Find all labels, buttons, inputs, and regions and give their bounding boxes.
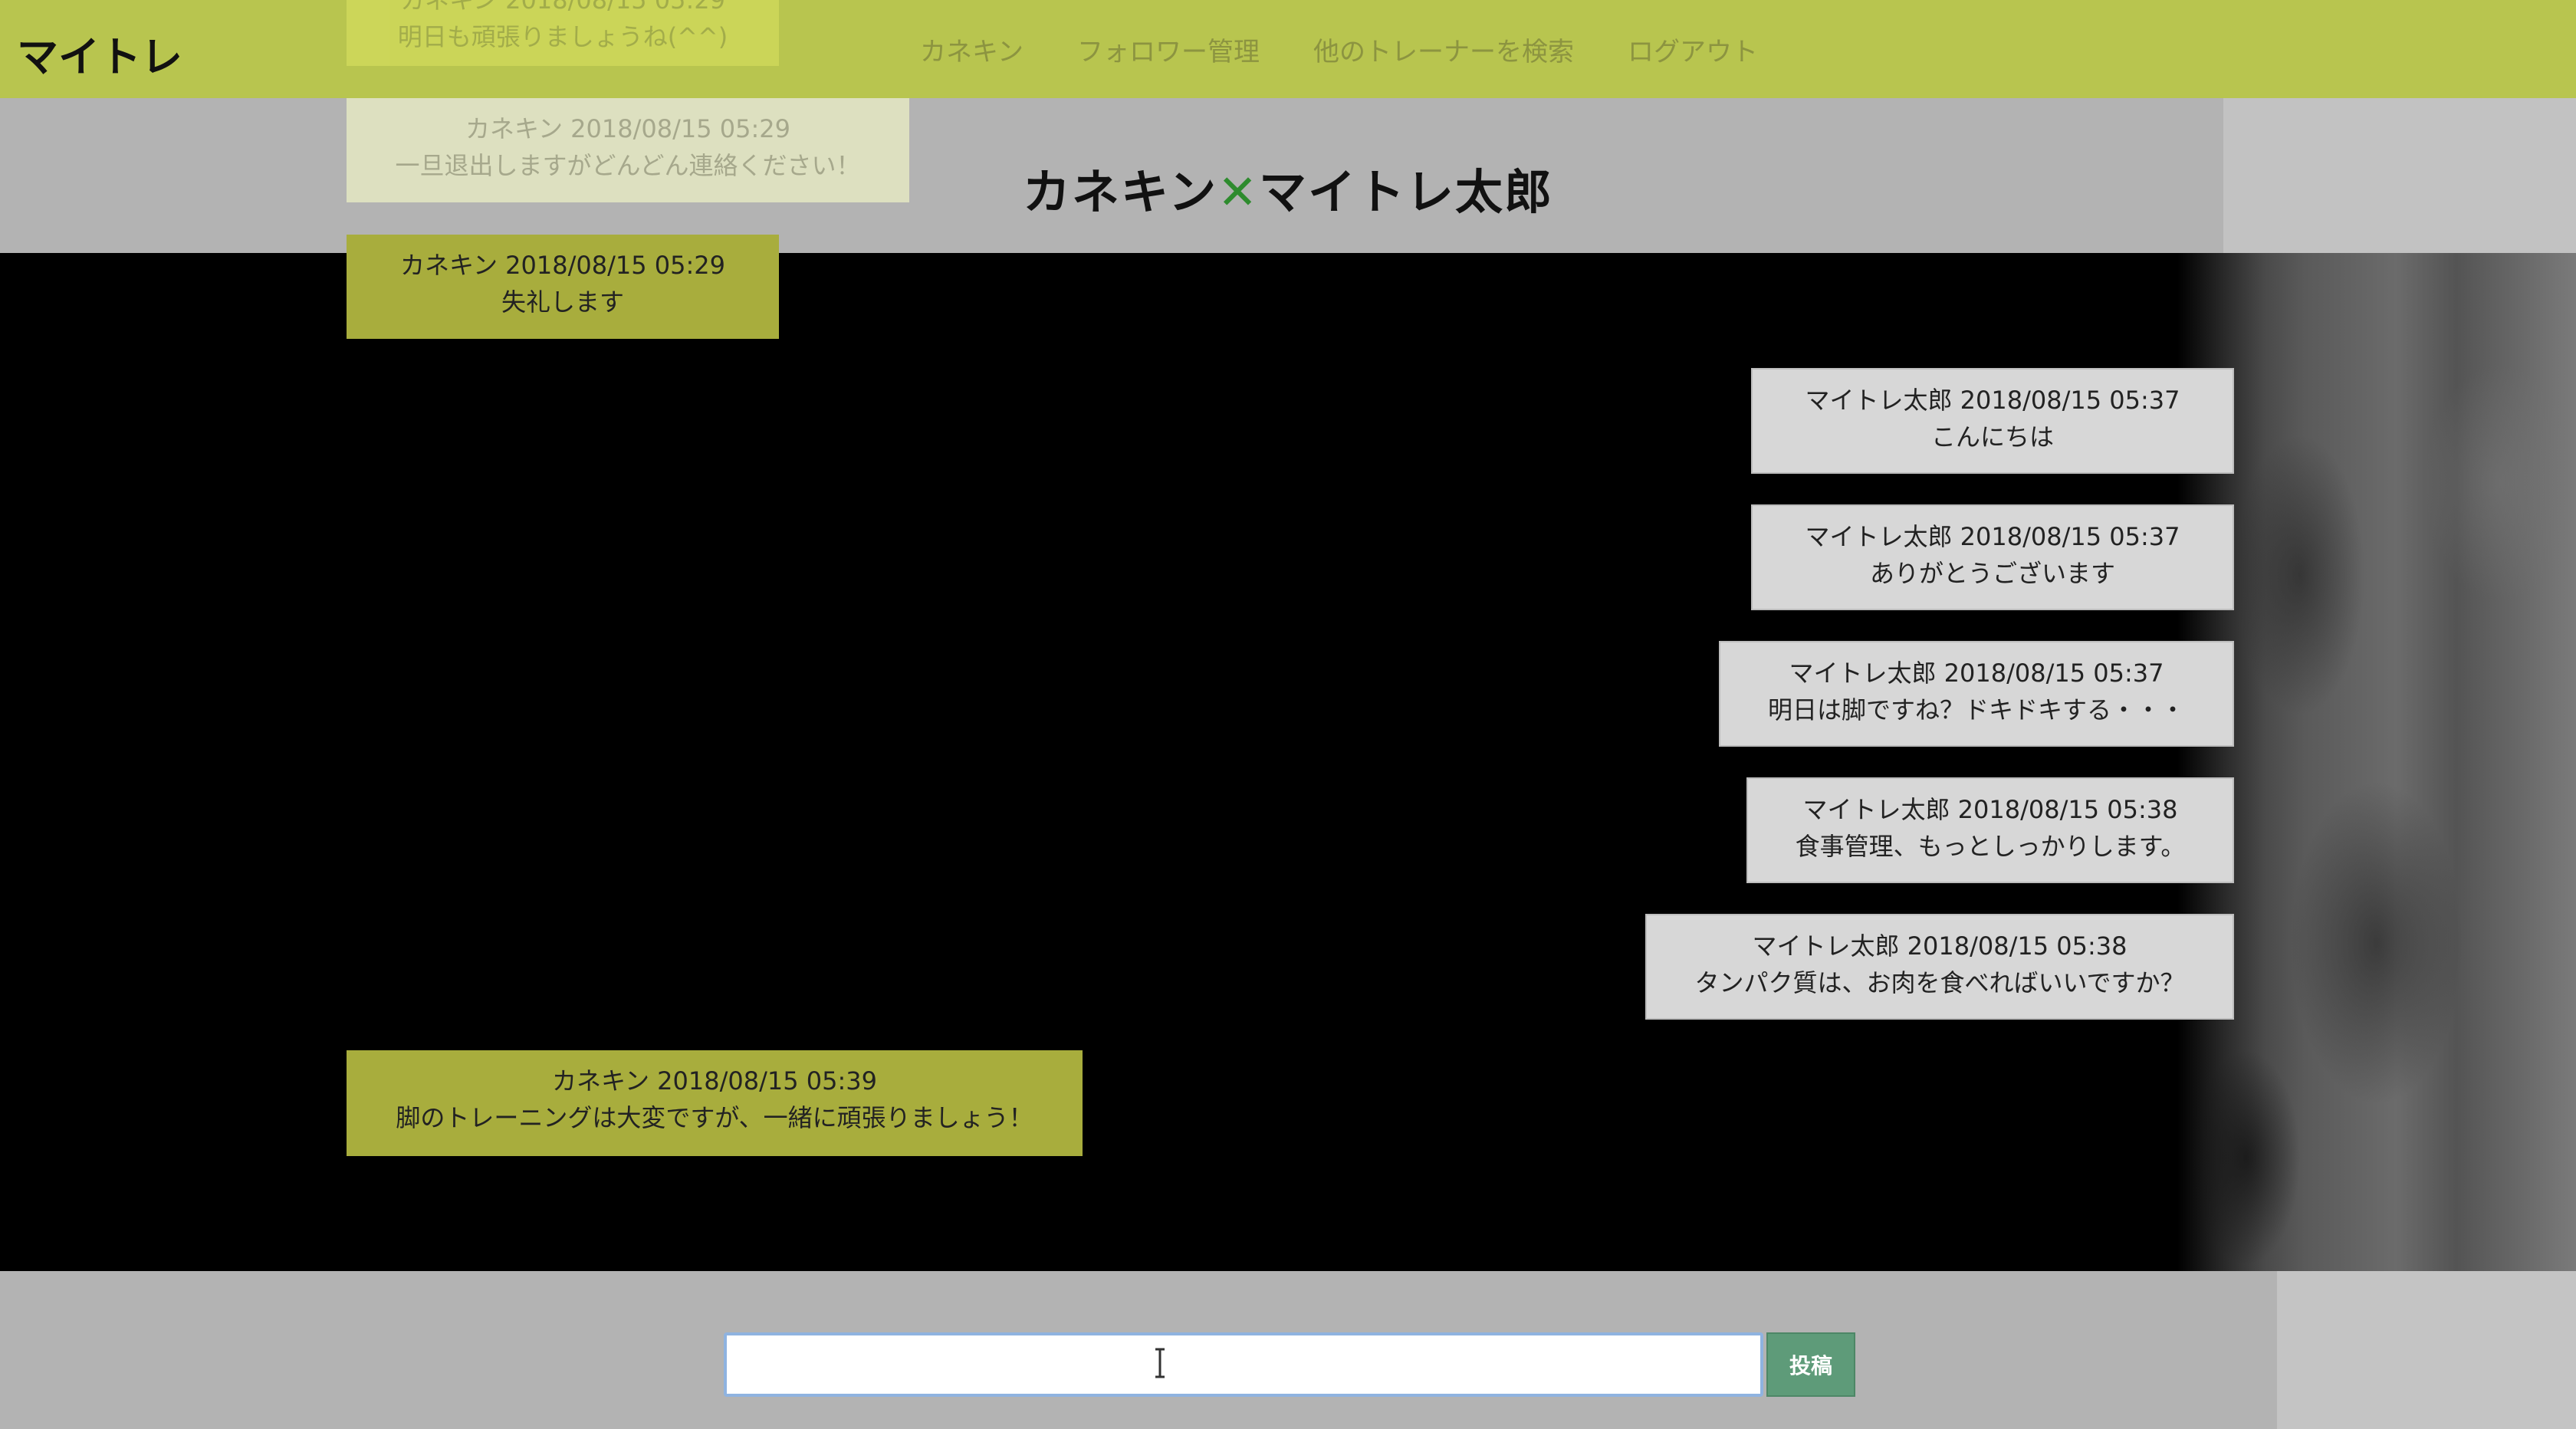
nav-item-search-trainers[interactable]: 他のトレーナーを検索 [1313,31,1574,68]
message-mine: マイトレ太郎 2018/08/15 05:37 明日は脚ですね？ドキドキする・・… [1719,641,2234,747]
nav-links: カネキン フォロワー管理 他のトレーナーを検索 ログアウト [920,31,1758,68]
cross-icon: ✕ [1217,164,1260,220]
message-meta: カネキン 2018/08/15 05:29 [399,0,726,15]
message-mine: マイトレ太郎 2018/08/15 05:38 タンパク質は、お肉を食べればいい… [1645,914,2234,1020]
message-mine: マイトレ太郎 2018/08/15 05:37 ありがとうございます [1751,504,2234,610]
message-body: 脚のトレーニングは大変ですが、一緒に頑張りましょう！ [396,1103,1033,1132]
message-meta: マイトレ太郎 2018/08/15 05:37 [1789,659,2164,688]
post-button[interactable]: 投稿 [1766,1332,1855,1397]
message-meta: マイトレ太郎 2018/08/15 05:38 [1802,795,2178,824]
message-meta: マイトレ太郎 2018/08/15 05:37 [1805,386,2180,415]
chat-title-left: カネキン [1022,164,1218,220]
message-body: こんにちは [1930,422,2054,452]
message-mine: マイトレ太郎 2018/08/15 05:37 こんにちは [1751,368,2234,474]
message-body: 明日は脚ですね？ドキドキする・・・ [1767,695,2185,724]
message-body: タンパク質は、お肉を食べればいいですか？ [1694,968,2185,997]
message-body: 明日も頑張りましょうね(^^) [397,22,728,51]
chat-title-right: マイトレ太郎 [1259,164,1554,220]
chat-page: カネキン✕マイトレ太郎 カネキン 2018/08/15 05:29 明日も頑張り… [0,0,2576,1429]
message-other-overlay: カネキン 2018/08/15 05:29 明日も頑張りましょうね(^^) [347,0,779,66]
message-meta: カネキン 2018/08/15 05:29 [399,251,726,280]
message-mine: マイトレ太郎 2018/08/15 05:38 食事管理、もっとしっかりします。 [1746,777,2234,883]
message-meta: カネキン 2018/08/15 05:29 [465,114,791,143]
message-other: カネキン 2018/08/15 05:29 失礼します [347,235,779,339]
message-input[interactable] [724,1332,1763,1397]
message-meta: マイトレ太郎 2018/08/15 05:37 [1805,522,2180,551]
background-image [2177,253,2576,1271]
message-meta: カネキン 2018/08/15 05:39 [551,1066,878,1096]
brand-logo[interactable]: マイトレ [17,23,182,84]
message-body: 食事管理、もっとしっかりします。 [1795,832,2186,861]
text-cursor-icon [1155,1348,1165,1378]
nav-item-logout[interactable]: ログアウト [1628,31,1758,68]
message-meta: マイトレ太郎 2018/08/15 05:38 [1752,931,2128,961]
message-body: 失礼します [501,287,624,317]
message-body: 一旦退出しますがどんどん連絡ください！ [395,151,861,180]
message-other: カネキン 2018/08/15 05:29 一旦退出しますがどんどん連絡ください… [347,98,909,202]
message-other: カネキン 2018/08/15 05:39 脚のトレーニングは大変ですが、一緒に… [347,1050,1083,1156]
message-body: ありがとうございます [1869,559,2115,588]
nav-item-profile[interactable]: カネキン [920,31,1024,68]
nav-item-followers[interactable]: フォロワー管理 [1077,31,1260,68]
